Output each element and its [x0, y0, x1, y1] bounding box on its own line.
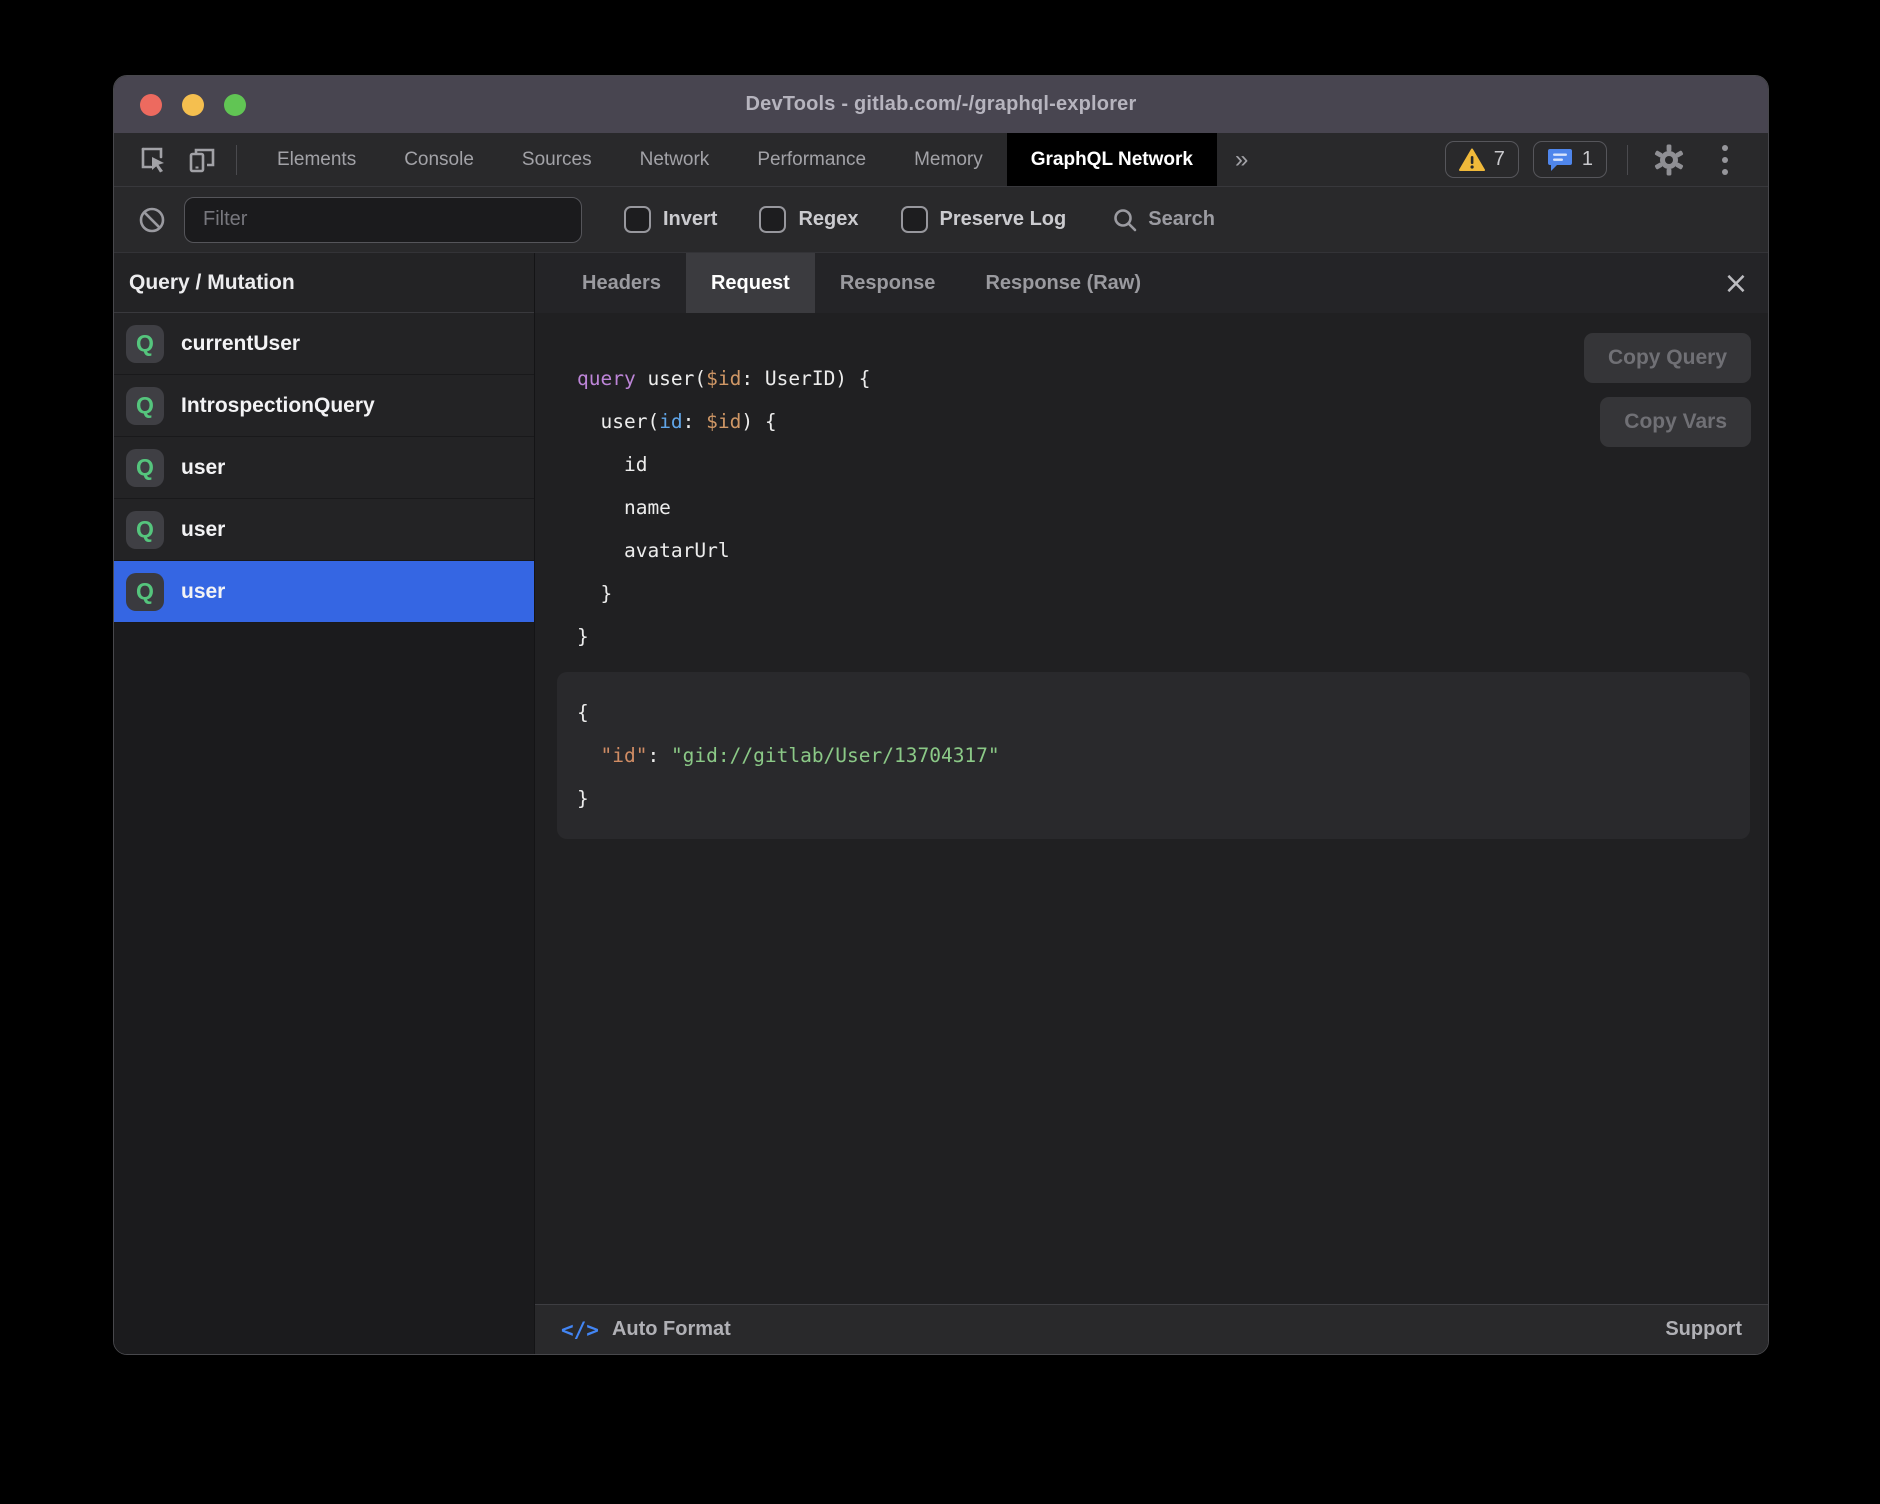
checkbox-box-regex[interactable]	[759, 206, 786, 233]
tab-network[interactable]: Network	[616, 133, 734, 186]
toolbar-icons	[114, 133, 253, 186]
query-row-user[interactable]: Quser	[114, 561, 534, 623]
auto-format-icon[interactable]: </>	[561, 1318, 599, 1342]
auto-format-button[interactable]: Auto Format	[612, 1318, 731, 1341]
query-row-label: IntrospectionQuery	[181, 394, 375, 418]
copy-query-button[interactable]: Copy Query	[1584, 333, 1751, 383]
detail-tabs: HeadersRequestResponseResponse (Raw)	[557, 253, 1166, 313]
detail-tab-response-raw[interactable]: Response (Raw)	[960, 253, 1166, 313]
code-line: name	[577, 486, 1768, 529]
request-tab-content: query user($id: UserID) { user(id: $id) …	[535, 313, 1768, 1304]
query-row-label: user	[181, 580, 225, 604]
query-type-badge: Q	[126, 511, 164, 549]
close-panel-icon[interactable]: ×	[1704, 253, 1768, 313]
close-window-button[interactable]	[140, 94, 162, 116]
code-line: }	[577, 777, 1730, 820]
detail-tab-bar: HeadersRequestResponseResponse (Raw) ×	[535, 253, 1768, 313]
search-icon	[1112, 207, 1138, 233]
devtools-toolbar: ElementsConsoleSourcesNetworkPerformance…	[114, 133, 1768, 187]
title-bar: DevTools - gitlab.com/-/graphql-explorer	[114, 76, 1768, 133]
warnings-badge[interactable]: 7	[1445, 141, 1519, 178]
tab-elements[interactable]: Elements	[253, 133, 380, 186]
query-list-title: Query / Mutation	[129, 271, 295, 295]
zoom-window-button[interactable]	[224, 94, 246, 116]
device-toolbar-icon[interactable]	[182, 140, 222, 180]
inspect-element-icon[interactable]	[134, 140, 174, 180]
toolbar-right-cluster: 7 1	[1445, 133, 1768, 186]
minimize-window-button[interactable]	[182, 94, 204, 116]
query-row-introspectionquery[interactable]: Q IntrospectionQuery	[114, 375, 534, 437]
checkbox-label: Invert	[663, 208, 717, 231]
query-list-empty-area	[114, 623, 534, 1354]
detail-tab-request[interactable]: Request	[686, 253, 815, 313]
code-line: id	[577, 443, 1768, 486]
kebab-menu-icon[interactable]	[1704, 139, 1746, 181]
traffic-lights	[140, 76, 246, 133]
query-variables-box: { "id": "gid://gitlab/User/13704317"}	[557, 672, 1750, 839]
tab-performance[interactable]: Performance	[733, 133, 890, 186]
copy-buttons: Copy Query Copy Vars	[1584, 333, 1751, 447]
window-title: DevTools - gitlab.com/-/graphql-explorer	[745, 93, 1136, 116]
query-row-user[interactable]: Quser	[114, 437, 534, 499]
query-row-currentuser[interactable]: QcurrentUser	[114, 313, 534, 375]
code-line: }	[577, 615, 1768, 658]
checkbox-invert[interactable]: Invert	[624, 206, 717, 233]
query-list-panel: Query / Mutation QcurrentUserQIntrospect…	[114, 253, 535, 1354]
tab-sources[interactable]: Sources	[498, 133, 616, 186]
detail-tab-headers[interactable]: Headers	[557, 253, 686, 313]
search-label: Search	[1148, 208, 1215, 231]
tab-memory[interactable]: Memory	[890, 133, 1007, 186]
devtools-window: DevTools - gitlab.com/-/graphql-explorer	[113, 75, 1769, 1355]
checkbox-box-preserve-log[interactable]	[901, 206, 928, 233]
warning-triangle-icon	[1459, 148, 1485, 172]
query-type-badge: Q	[126, 325, 164, 363]
filter-bar: Invert Regex Preserve Log Search	[114, 187, 1768, 253]
checkbox-box-invert[interactable]	[624, 206, 651, 233]
copy-vars-button[interactable]: Copy Vars	[1600, 397, 1751, 447]
checkbox-preserve-log[interactable]: Preserve Log	[901, 206, 1067, 233]
detail-tab-response[interactable]: Response	[815, 253, 961, 313]
issues-badge[interactable]: 1	[1533, 141, 1607, 178]
warning-count: 7	[1494, 148, 1505, 171]
query-type-badge: Q	[126, 449, 164, 487]
toolbar-divider	[1627, 145, 1628, 175]
query-variables-code: { "id": "gid://gitlab/User/13704317"}	[577, 691, 1730, 820]
detail-footer: </> Auto Format Support	[535, 1304, 1768, 1354]
search-toggle[interactable]: Search	[1112, 207, 1215, 233]
checkbox-regex[interactable]: Regex	[759, 206, 858, 233]
tab-graphql-network[interactable]: GraphQL Network	[1007, 133, 1217, 186]
toolbar-divider	[236, 145, 237, 175]
query-row-label: currentUser	[181, 332, 300, 356]
support-link[interactable]: Support	[1665, 1318, 1742, 1341]
main-split: Query / Mutation QcurrentUserQIntrospect…	[114, 253, 1768, 1354]
query-type-badge: Q	[126, 387, 164, 425]
query-row-user[interactable]: Quser	[114, 499, 534, 561]
query-list-header: Query / Mutation	[114, 253, 534, 313]
filter-checkboxes: Invert Regex Preserve Log	[582, 206, 1066, 233]
query-type-badge: Q	[126, 573, 164, 611]
request-detail-panel: HeadersRequestResponseResponse (Raw) × q…	[535, 253, 1768, 1354]
more-tabs-chevron-icon[interactable]: »	[1217, 133, 1266, 186]
toolbar-tabs: ElementsConsoleSourcesNetworkPerformance…	[253, 133, 1007, 186]
query-row-label: user	[181, 456, 225, 480]
code-line: {	[577, 691, 1730, 734]
checkbox-label: Regex	[798, 208, 858, 231]
code-line: "id": "gid://gitlab/User/13704317"	[577, 734, 1730, 777]
block-clear-icon[interactable]	[138, 206, 166, 234]
code-line: }	[577, 572, 1768, 615]
filter-input[interactable]	[184, 197, 582, 243]
query-list: QcurrentUserQIntrospectionQueryQuserQuse…	[114, 313, 534, 623]
message-bubble-icon	[1547, 147, 1573, 172]
query-row-label: user	[181, 518, 225, 542]
issue-count: 1	[1582, 148, 1593, 171]
checkbox-label: Preserve Log	[940, 208, 1067, 231]
settings-gear-icon[interactable]	[1648, 139, 1690, 181]
code-line: avatarUrl	[577, 529, 1768, 572]
tab-console[interactable]: Console	[380, 133, 498, 186]
